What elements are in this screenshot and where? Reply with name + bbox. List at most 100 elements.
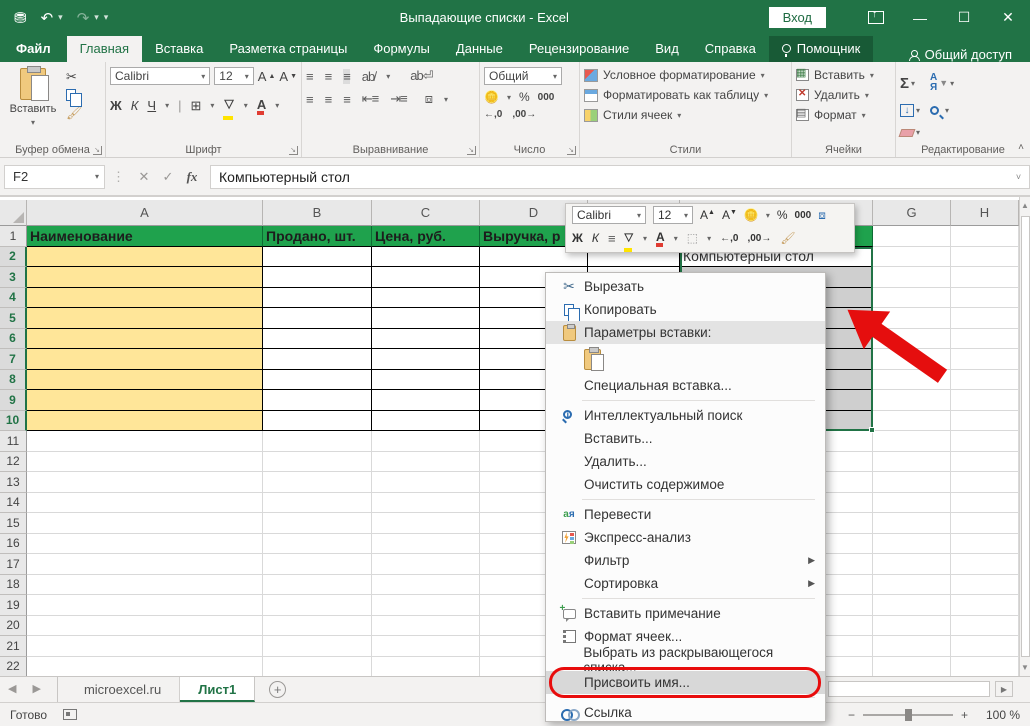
row-header-21[interactable]: 21 <box>0 636 27 657</box>
cell-G14[interactable] <box>873 493 951 514</box>
cell-C11[interactable] <box>372 431 480 452</box>
row-header-3[interactable]: 3 <box>0 267 27 288</box>
cell-G16[interactable] <box>873 534 951 555</box>
cell-B13[interactable] <box>263 472 372 493</box>
row-header-20[interactable]: 20 <box>0 616 27 637</box>
cell-G18[interactable] <box>873 575 951 596</box>
column-header-C[interactable]: C <box>372 200 480 226</box>
cell-H6[interactable] <box>951 329 1019 350</box>
cell-A1[interactable]: Наименование <box>27 226 263 247</box>
decrease-indent-icon[interactable]: ⇤≡ <box>362 91 378 107</box>
row-header-13[interactable]: 13 <box>0 472 27 493</box>
row-header-10[interactable]: 10 <box>0 411 27 432</box>
menu-item-link[interactable]: Ссылка <box>546 701 825 724</box>
cell-C19[interactable] <box>372 595 480 616</box>
minimize-button[interactable]: — <box>898 0 942 35</box>
cell-G5[interactable] <box>873 308 951 329</box>
cell-A15[interactable] <box>27 513 263 534</box>
cell-B6[interactable] <box>263 329 372 350</box>
align-bottom-icon[interactable]: ≡ <box>343 69 350 84</box>
sheet-tab-microexcel[interactable]: microexcel.ru <box>66 677 180 702</box>
insert-cells-button[interactable]: Вставить▾ <box>796 68 891 82</box>
cell-G6[interactable] <box>873 329 951 350</box>
underline-button[interactable]: Ч <box>147 98 156 113</box>
clear-button[interactable]: ▾ <box>900 128 920 137</box>
cell-B1[interactable]: Продано, шт. <box>263 226 372 247</box>
mini-font-name-combo[interactable]: Calibri▾ <box>572 206 646 224</box>
tab-review[interactable]: Рецензирование <box>516 36 642 62</box>
align-center-icon[interactable]: ≡ <box>325 92 332 107</box>
zoom-in-icon[interactable]: + <box>961 708 968 722</box>
mini-font-size-combo[interactable]: 12▾ <box>653 206 693 224</box>
cell-A22[interactable] <box>27 657 263 677</box>
row-header-2[interactable]: 2 <box>0 247 27 268</box>
cell-B2[interactable] <box>263 247 372 268</box>
menu-item-smart-lookup[interactable]: Интеллектуальный поиск <box>546 404 825 427</box>
mini-align-center-icon[interactable]: ≡ <box>608 231 615 246</box>
cell-A6[interactable] <box>27 329 263 350</box>
row-header-14[interactable]: 14 <box>0 493 27 514</box>
orientation-icon[interactable]: ab̸ <box>362 69 374 84</box>
cell-C3[interactable] <box>372 267 480 288</box>
mini-comma-button[interactable]: 000 <box>795 210 812 221</box>
scroll-up-icon[interactable]: ▲ <box>1021 197 1029 214</box>
fill-color-button[interactable]: 🜄 <box>223 91 234 120</box>
cell-H19[interactable] <box>951 595 1019 616</box>
enter-icon[interactable]: ✓ <box>156 169 180 185</box>
sort-filter-button[interactable]: АЯ▼▾ <box>930 73 954 93</box>
cell-G20[interactable] <box>873 616 951 637</box>
number-format-combo[interactable]: Общий▾ <box>484 67 562 85</box>
menu-item-sort[interactable]: Сортировка▶ <box>546 572 825 595</box>
maximize-button[interactable]: ☐ <box>942 0 986 35</box>
cell-C10[interactable] <box>372 411 480 432</box>
cell-A3[interactable] <box>27 267 263 288</box>
tab-view[interactable]: Вид <box>642 36 692 62</box>
mini-italic-button[interactable]: К <box>592 231 599 245</box>
zoom-slider-thumb[interactable] <box>905 709 912 721</box>
menu-item-quick-analysis[interactable]: Экспресс-анализ <box>546 526 825 549</box>
tab-formulas[interactable]: Формулы <box>360 36 443 62</box>
increase-indent-icon[interactable]: ⇥≡ <box>390 91 406 107</box>
cell-G11[interactable] <box>873 431 951 452</box>
cell-A7[interactable] <box>27 349 263 370</box>
cell-H13[interactable] <box>951 472 1019 493</box>
cell-C12[interactable] <box>372 452 480 473</box>
merge-center-icon[interactable]: ⧈ <box>425 91 432 107</box>
cell-C16[interactable] <box>372 534 480 555</box>
cell-C22[interactable] <box>372 657 480 677</box>
font-size-combo[interactable]: 12▾ <box>214 67 253 85</box>
row-header-15[interactable]: 15 <box>0 513 27 534</box>
fill-button[interactable]: ↓▾ <box>900 104 920 117</box>
cell-H14[interactable] <box>951 493 1019 514</box>
paste-button[interactable]: Вставить▾ <box>4 64 62 141</box>
mini-bold-button[interactable]: Ж <box>572 231 583 245</box>
cell-B3[interactable] <box>263 267 372 288</box>
cell-G4[interactable] <box>873 288 951 309</box>
row-header-8[interactable]: 8 <box>0 370 27 391</box>
wrap-text-icon[interactable]: ab⏎ <box>410 68 432 84</box>
cell-H12[interactable] <box>951 452 1019 473</box>
align-top-icon[interactable]: ≡ <box>306 69 313 84</box>
tab-page-layout[interactable]: Разметка страницы <box>216 36 360 62</box>
autosum-button[interactable]: Σ▾ <box>900 75 920 92</box>
cell-A13[interactable] <box>27 472 263 493</box>
cell-G17[interactable] <box>873 554 951 575</box>
select-all-corner[interactable] <box>0 200 27 226</box>
customize-qat-icon[interactable]: ▾ <box>104 12 109 23</box>
cell-B16[interactable] <box>263 534 372 555</box>
column-header-B[interactable]: B <box>263 200 372 226</box>
menu-item-delete[interactable]: Удалить... <box>546 450 825 473</box>
cell-G10[interactable] <box>873 411 951 432</box>
tab-help[interactable]: Справка <box>692 36 769 62</box>
save-icon[interactable]: ⛃ <box>14 9 27 27</box>
cell-G1[interactable] <box>873 226 951 247</box>
cell-B7[interactable] <box>263 349 372 370</box>
cell-B12[interactable] <box>263 452 372 473</box>
zoom-out-icon[interactable]: − <box>848 708 855 722</box>
percent-style-button[interactable]: % <box>519 90 530 104</box>
mini-format-painter-icon[interactable]: 🖌 <box>780 231 795 245</box>
sign-in-button[interactable]: Вход <box>769 7 826 28</box>
paste-option-button[interactable] <box>546 344 825 374</box>
alignment-dialog-launcher-icon[interactable] <box>467 146 476 155</box>
cell-A19[interactable] <box>27 595 263 616</box>
